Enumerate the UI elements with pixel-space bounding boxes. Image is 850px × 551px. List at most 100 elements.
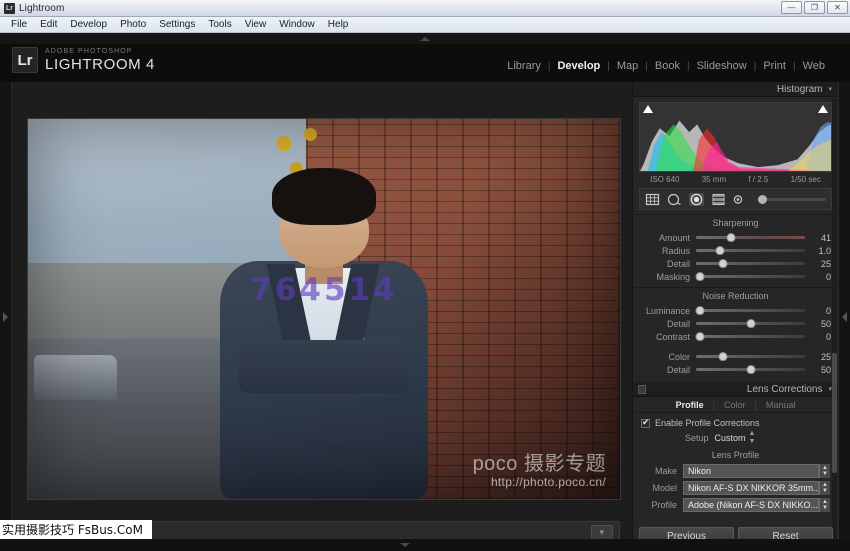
setup-row[interactable]: Setup Custom ▲ ▼ [633,430,838,446]
sharpening-section: Sharpening Amount 41 Radius 1.0 Detail 2… [633,214,838,283]
lens-corrections-toggle-switch[interactable] [638,385,646,394]
toolbar-options-button[interactable]: ▾ [591,524,613,540]
slider-knob-contrast[interactable] [695,332,705,341]
slider-label-luminance: Luminance [645,305,690,316]
menu-photo[interactable]: Photo [114,17,152,32]
module-book[interactable]: Book [648,60,687,72]
lens-profile-stepper-icon[interactable]: ▲ ▼ [819,497,830,512]
module-slideshow[interactable]: Slideshow [690,60,754,72]
slider-track-luminance-detail[interactable] [696,319,805,328]
slider-knob-luminance[interactable] [695,306,705,315]
slider-track-color[interactable] [696,352,805,361]
menu-settings[interactable]: Settings [153,17,201,32]
setup-label: Setup [685,433,709,443]
slider-track-luminance[interactable] [695,306,805,315]
slider-row-color[interactable]: Color 25 [633,350,838,363]
adjustment-brush-tool-icon[interactable] [733,193,748,206]
slider-row-amount[interactable]: Amount 41 [633,231,838,244]
tool-size-slider-knob[interactable] [758,194,767,204]
right-panel-toggle[interactable] [838,82,850,551]
slider-knob-masking[interactable] [695,272,705,281]
right-panel-scrollbar-thumb[interactable] [832,353,837,473]
menu-edit[interactable]: Edit [34,17,63,32]
lens-model-select[interactable]: Nikon AF-S DX NIKKOR 35mm... [683,480,819,495]
minimize-button[interactable]: — [781,1,802,14]
slider-knob-luminance-detail[interactable] [746,319,755,328]
crop-overlay-tool-icon[interactable] [645,193,660,206]
slider-knob-detail-sharpening[interactable] [718,259,728,268]
enable-profile-corrections-row[interactable]: Enable Profile Corrections [633,413,838,431]
tab-color[interactable]: Color [715,400,755,410]
shadow-clipping-indicator-icon[interactable] [643,105,653,113]
slider-row-detail-sharpening[interactable]: Detail 25 [633,257,838,270]
slider-track-masking[interactable] [695,272,805,281]
slider-knob-color[interactable] [718,352,728,361]
filmstrip-toggle[interactable] [0,539,850,551]
lens-model-row[interactable]: Model Nikon AF-S DX NIKKOR 35mm... ▲ ▼ [633,480,838,495]
module-map[interactable]: Map [610,60,645,72]
lens-corrections-header[interactable]: Lens Corrections ▾ [633,382,838,397]
menu-develop[interactable]: Develop [64,17,113,32]
lens-make-select[interactable]: Nikon [683,463,819,478]
stepper-icon[interactable]: ▲ ▼ [749,430,756,446]
module-print[interactable]: Print [756,60,793,72]
lens-make-stepper-icon[interactable]: ▲ ▼ [819,463,830,478]
slider-track-amount[interactable] [696,233,805,242]
lens-model-label: Model [652,482,677,493]
right-panel: Histogram ▾ ISO 640 35 mm f / 2.5 1/50 s… [632,82,838,551]
setup-value[interactable]: Custom [715,433,746,443]
spot-removal-tool-icon[interactable] [667,193,682,206]
slider-label-amount: Amount [658,232,690,243]
identity-plate[interactable]: Lr ADOBE PHOTOSHOP LIGHTROOM 4 [12,47,155,73]
tool-size-slider[interactable] [758,194,826,204]
slider-value-detail-sharpening: 25 [820,258,831,269]
slider-knob-radius[interactable] [715,246,725,255]
maximize-button[interactable]: ❐ [804,1,825,14]
menu-file[interactable]: File [5,17,33,32]
histogram-graph[interactable] [639,102,832,172]
histogram-curves [640,120,831,171]
slider-track-radius[interactable] [696,246,805,255]
tab-manual[interactable]: Manual [757,400,805,410]
slider-row-luminance[interactable]: Luminance 0 [633,304,838,317]
slider-row-radius[interactable]: Radius 1.0 [633,244,838,257]
graduated-filter-tool-icon[interactable] [711,193,726,206]
slider-row-contrast[interactable]: Contrast 0 [633,330,838,343]
enable-profile-corrections-checkbox[interactable] [641,417,650,428]
right-panel-scrollbar[interactable] [832,98,837,538]
slider-track-detail-sharpening[interactable] [696,259,805,268]
slider-row-color-detail[interactable]: Detail 50 [633,363,838,376]
tab-profile[interactable]: Profile [667,400,713,410]
menu-help[interactable]: Help [322,17,355,32]
lens-profile-select[interactable]: Adobe (Nikon AF-S DX NIKKO... [683,497,819,512]
lens-make-row[interactable]: Make Nikon ▲ ▼ [633,463,838,478]
slider-knob-color-detail[interactable] [746,365,755,374]
photo-preview[interactable]: 764514 poco 摄影专题 http://photo.poco.cn/ [28,119,620,499]
menu-tools[interactable]: Tools [202,17,237,32]
lens-profile-row[interactable]: Profile Adobe (Nikon AF-S DX NIKKO... ▲ ▼ [633,497,838,512]
menu-window[interactable]: Window [273,17,321,32]
slider-label-luminance-detail: Detail [666,318,690,329]
left-panel-toggle[interactable] [0,82,12,551]
histogram-title: Histogram [776,83,823,95]
module-web[interactable]: Web [796,60,832,72]
module-develop[interactable]: Develop [550,60,607,72]
highlight-clipping-indicator-icon[interactable] [818,105,828,113]
lens-model-stepper-icon[interactable]: ▲ ▼ [819,480,830,495]
slider-row-masking[interactable]: Masking 0 [633,270,838,283]
brand-title: LIGHTROOM 4 [45,56,155,73]
module-library[interactable]: Library [500,60,548,72]
slider-row-luminance-detail[interactable]: Detail 50 [633,317,838,330]
histogram-header[interactable]: Histogram ▾ [633,82,838,97]
menu-view[interactable]: View [239,17,273,32]
red-eye-correction-tool-icon[interactable] [689,192,704,206]
close-button[interactable]: ✕ [827,1,848,14]
slider-track-contrast[interactable] [695,332,805,341]
lightroom-logo-icon: Lr [12,47,38,73]
slider-label-contrast: Contrast [655,331,690,342]
top-panel-toggle[interactable] [0,33,850,44]
slider-label-masking: Masking [656,271,690,282]
slider-track-color-detail[interactable] [696,365,805,374]
lens-corrections-section: Lens Corrections ▾ Profile | Color | Man… [633,382,838,512]
slider-knob-amount[interactable] [726,233,736,242]
